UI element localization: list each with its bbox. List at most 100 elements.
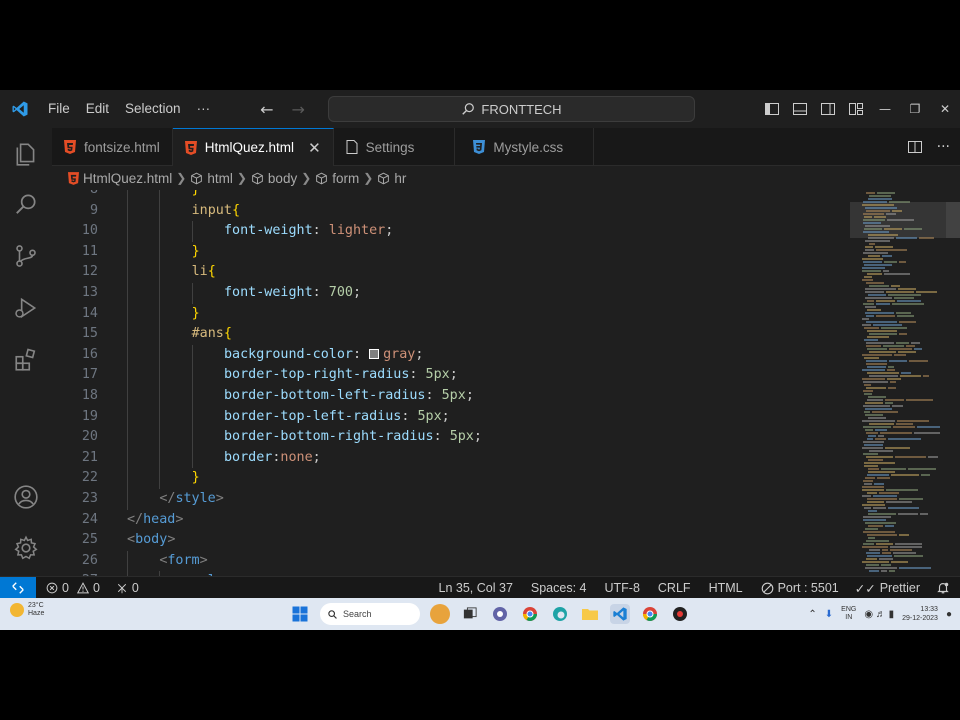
code-line[interactable]: 15 #ans{ xyxy=(52,324,850,345)
encoding[interactable]: UTF-8 xyxy=(598,581,651,595)
minimap-line xyxy=(873,495,897,497)
tab-settings[interactable]: Settings xyxy=(334,128,456,166)
chevron-up-icon[interactable]: ⌃ xyxy=(808,609,816,620)
code-line[interactable]: 20 border-bottom-right-radius: 5px; xyxy=(52,427,850,448)
minimap[interactable] xyxy=(850,190,960,576)
weather-widget[interactable]: 23°C Haze xyxy=(10,602,44,618)
menu-more[interactable]: ··· xyxy=(189,90,219,128)
source-control-icon[interactable] xyxy=(12,242,40,270)
code-line[interactable]: 26 <form> xyxy=(52,550,850,572)
minimap-line xyxy=(923,375,929,377)
element-cube-icon xyxy=(252,172,263,184)
menu-file[interactable]: File xyxy=(40,90,78,128)
manage-gear-icon[interactable] xyxy=(12,534,40,562)
problems-status[interactable]: 0 0 xyxy=(36,581,106,595)
language-mode[interactable]: HTML xyxy=(703,581,755,595)
explorer-icon[interactable] xyxy=(12,140,40,168)
code-line[interactable]: 21 border:none; xyxy=(52,447,850,469)
toggle-panel-icon[interactable] xyxy=(786,90,814,128)
minimap-line xyxy=(886,489,918,491)
editor-tabs: fontsize.html HtmlQuez.html ✕ Settings M… xyxy=(52,128,960,166)
ports-status[interactable]: 0 xyxy=(106,581,145,595)
toggle-primary-sidebar-icon[interactable] xyxy=(758,90,786,128)
code-line[interactable]: 12 li{ xyxy=(52,262,850,283)
code-line[interactable]: 13 font-weight: 700; xyxy=(52,283,850,304)
code-editor[interactable]: 8}9input{10font-weight: lighter;11}12li{… xyxy=(52,190,850,576)
taskbar-apps: Search xyxy=(290,601,690,627)
vscode-taskbar-icon[interactable] xyxy=(610,604,630,624)
code-line[interactable]: 10 font-weight: lighter; xyxy=(52,221,850,242)
code-token: : xyxy=(352,346,370,362)
edge-icon[interactable] xyxy=(550,604,570,624)
chrome-icon[interactable] xyxy=(520,604,540,624)
code-line[interactable]: 17 border-top-right-radius: 5px; xyxy=(52,365,850,386)
breadcrumb-body[interactable]: body xyxy=(251,171,297,186)
tab-fontsize-html[interactable]: fontsize.html xyxy=(52,128,173,166)
minimap-line xyxy=(876,303,890,305)
minimize-icon[interactable]: — xyxy=(870,90,900,128)
code-line[interactable]: 22} xyxy=(52,468,850,489)
color-swatch[interactable] xyxy=(369,348,380,359)
customize-layout-icon[interactable] xyxy=(842,90,870,128)
code-line[interactable]: 11} xyxy=(52,241,850,263)
code-line[interactable]: 25 <body> xyxy=(52,530,850,551)
code-line[interactable]: 24 </head> xyxy=(52,510,850,531)
minimap-line xyxy=(887,378,901,380)
notifications-bell-icon[interactable] xyxy=(930,581,960,595)
extensions-icon[interactable] xyxy=(12,346,40,374)
clock[interactable]: 13:33 29-12-2023 xyxy=(902,605,938,623)
more-actions-icon[interactable]: ··· xyxy=(937,139,950,155)
command-center-search[interactable]: FRONTTECH xyxy=(328,96,695,122)
editor-scrollbar-thumb[interactable] xyxy=(946,202,960,238)
menu-selection[interactable]: Selection xyxy=(117,90,189,128)
widgets-app-icon[interactable] xyxy=(430,604,450,624)
toggle-secondary-sidebar-icon[interactable] xyxy=(814,90,842,128)
code-line[interactable]: 23 </style> xyxy=(52,489,850,510)
split-editor-icon[interactable] xyxy=(907,139,923,155)
code-line[interactable]: 18 border-bottom-left-radius: 5px; xyxy=(52,386,850,407)
run-debug-icon[interactable] xyxy=(12,294,40,322)
cursor-position[interactable]: Ln 35, Col 37 xyxy=(433,581,525,595)
code-line[interactable]: 8} xyxy=(52,190,850,201)
minimap-line xyxy=(867,309,881,311)
taskbar-search[interactable]: Search xyxy=(320,603,420,625)
breadcrumb-file[interactable]: HtmlQuez.html xyxy=(68,171,172,186)
breadcrumb-html[interactable]: html xyxy=(190,171,233,186)
code-text: <body> xyxy=(127,530,175,551)
breadcrumb-hr[interactable]: hr xyxy=(377,171,406,186)
indent-guide xyxy=(159,365,161,386)
vscode-logo-icon xyxy=(0,90,40,128)
code-line[interactable]: 16 background-color: gray; xyxy=(52,344,850,366)
menu-edit[interactable]: Edit xyxy=(78,90,117,128)
wifi-volume-battery-icons[interactable]: ◉ ♬ ▮ xyxy=(864,609,894,620)
code-line[interactable]: 9 input{ xyxy=(52,200,850,222)
notification-center-icon[interactable]: ● xyxy=(946,609,952,620)
tray-app-icon[interactable]: ⬇ xyxy=(825,609,833,620)
restore-icon[interactable]: ❐ xyxy=(900,90,930,128)
end-of-line[interactable]: CRLF xyxy=(652,581,703,595)
breadcrumb-form[interactable]: form xyxy=(315,171,359,186)
forward-arrow-icon[interactable]: → xyxy=(291,100,304,119)
teams-chat-icon[interactable] xyxy=(490,604,510,624)
prettier-status[interactable]: ✓✓ Prettier xyxy=(849,581,930,596)
file-explorer-icon[interactable] xyxy=(580,604,600,624)
windows-start-icon[interactable] xyxy=(290,604,310,624)
minimap-line xyxy=(885,402,893,404)
recorder-app-icon[interactable] xyxy=(670,604,690,624)
indentation[interactable]: Spaces: 4 xyxy=(525,581,599,595)
chrome-profile-icon[interactable] xyxy=(640,604,660,624)
code-line[interactable]: 19 border-top-left-radius: 5px; xyxy=(52,406,850,428)
close-tab-icon[interactable]: ✕ xyxy=(308,139,321,157)
search-sidebar-icon[interactable] xyxy=(12,190,40,218)
language-indicator[interactable]: ENG IN xyxy=(841,606,856,622)
close-window-icon[interactable]: ✕ xyxy=(930,90,960,128)
tab-mystyle-css[interactable]: Mystyle.css xyxy=(455,128,595,166)
accounts-icon[interactable] xyxy=(12,483,40,511)
code-line[interactable]: 14} xyxy=(52,303,850,325)
code-text: } xyxy=(192,304,200,325)
back-arrow-icon[interactable]: ← xyxy=(260,100,273,119)
remote-indicator-icon[interactable] xyxy=(0,576,36,599)
task-view-icon[interactable] xyxy=(460,604,480,624)
tab-htmlquez-html[interactable]: HtmlQuez.html ✕ xyxy=(172,128,334,166)
live-server-port[interactable]: Port : 5501 xyxy=(755,581,849,595)
